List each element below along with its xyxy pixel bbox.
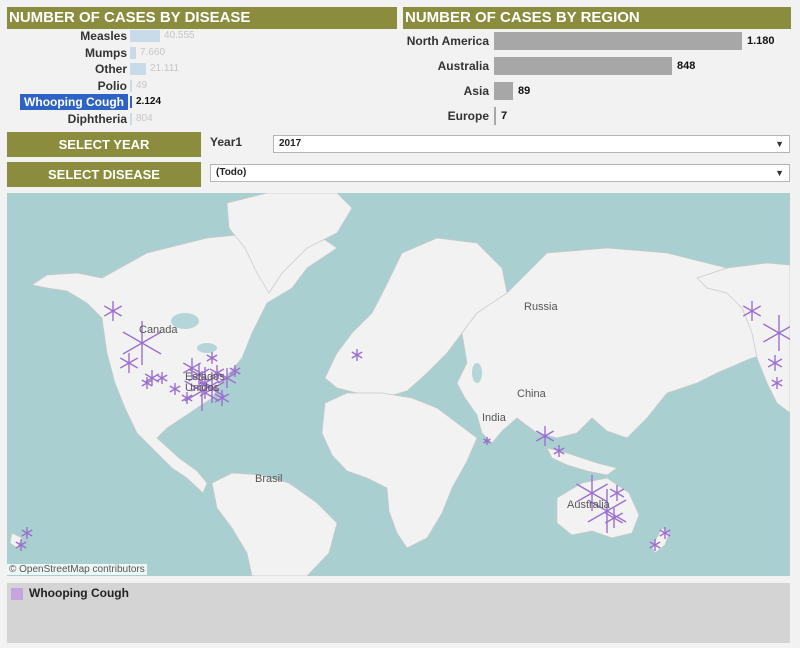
disease-bar[interactable] (130, 46, 136, 59)
map-label-china: China (517, 388, 546, 400)
disease-row[interactable]: Whooping Cough 2.124 (7, 94, 397, 110)
region-row[interactable]: Asia 89 (403, 81, 791, 101)
lake-great-lakes (197, 343, 217, 353)
disease-bar[interactable] (130, 96, 132, 108)
disease-value: 804 (136, 112, 153, 124)
disease-label[interactable]: Other (95, 61, 127, 77)
disease-bar[interactable] (130, 63, 146, 75)
disease-row[interactable]: Polio 49 (7, 78, 397, 94)
region-value: 7 (501, 110, 508, 122)
region-row[interactable]: Europe 7 (403, 106, 791, 126)
disease-label[interactable]: Mumps (85, 45, 127, 61)
disease-row[interactable]: Diphtheria 804 (7, 111, 397, 127)
region-label[interactable]: Europe (448, 106, 489, 126)
region-value: 1.180 (747, 35, 775, 47)
disease-dropdown-value: (Todo) (216, 167, 247, 178)
year-caption: Year1 (210, 135, 243, 149)
legend-swatch[interactable] (11, 588, 23, 600)
legend-panel: Whooping Cough (7, 583, 790, 643)
region-panel-title: NUMBER OF CASES BY REGION (403, 7, 791, 29)
disease-label[interactable]: Polio (98, 78, 127, 94)
map-label-india: India (482, 412, 506, 424)
region-label[interactable]: North America (407, 31, 489, 51)
map-label-usa-line2: Unidos (185, 382, 220, 394)
region-value: 89 (518, 85, 531, 97)
landmass-north-america (31, 227, 338, 494)
disease-bar[interactable] (130, 30, 160, 42)
disease-value: 40.555 (164, 30, 195, 41)
disease-panel-title: NUMBER OF CASES BY DISEASE (7, 7, 397, 29)
disease-value: 21.111 (150, 63, 180, 74)
region-bar[interactable] (494, 82, 513, 100)
disease-bar[interactable] (130, 112, 132, 125)
chevron-down-icon[interactable]: ▼ (775, 136, 784, 152)
year-dropdown[interactable]: 2017 ▼ (273, 135, 790, 153)
region-value: 848 (677, 60, 696, 72)
disease-label[interactable]: Diphtheria (68, 111, 127, 127)
case-marker[interactable] (21, 527, 33, 539)
region-row[interactable]: North America 1.180 (403, 31, 791, 51)
landmass-south-america (211, 472, 338, 576)
disease-label[interactable]: Whooping Cough (20, 94, 128, 110)
map-canvas (9, 193, 790, 576)
region-label[interactable]: Australia (438, 56, 489, 76)
lake-caspian (472, 363, 482, 383)
region-bar[interactable] (494, 32, 742, 50)
disease-row[interactable]: Other 21.111 (7, 61, 397, 77)
legend-label[interactable]: Whooping Cough (29, 586, 129, 600)
chevron-down-icon[interactable]: ▼ (775, 165, 784, 181)
region-row[interactable]: Australia 848 (403, 56, 791, 76)
disease-value: 2.124 (136, 96, 162, 107)
landmass-africa (321, 392, 478, 549)
world-map[interactable]: Canada Estados Unidos Russia China India… (7, 193, 790, 576)
select-disease-button[interactable]: SELECT DISEASE (7, 162, 201, 187)
disease-value: 7.660 (140, 46, 166, 58)
year-dropdown-value: 2017 (279, 138, 302, 149)
disease-bar[interactable] (130, 79, 132, 92)
disease-label[interactable]: Measles (80, 28, 127, 44)
disease-row[interactable]: Mumps 7.660 (7, 45, 397, 61)
map-label-brasil: Brasil (255, 473, 283, 485)
map-label-russia: Russia (524, 301, 558, 313)
map-label-canada: Canada (139, 324, 178, 336)
select-year-button[interactable]: SELECT YEAR (7, 132, 201, 157)
region-label[interactable]: Asia (464, 81, 489, 101)
map-label-australia: Australia (567, 499, 610, 511)
region-bar[interactable] (494, 107, 496, 125)
disease-value: 49 (136, 79, 148, 91)
region-bar[interactable] (494, 57, 672, 75)
map-attribution[interactable]: © OpenStreetMap contributors (7, 564, 147, 575)
disease-row[interactable]: Measles 40.555 (7, 28, 397, 44)
disease-dropdown[interactable]: (Todo) ▼ (210, 164, 790, 182)
